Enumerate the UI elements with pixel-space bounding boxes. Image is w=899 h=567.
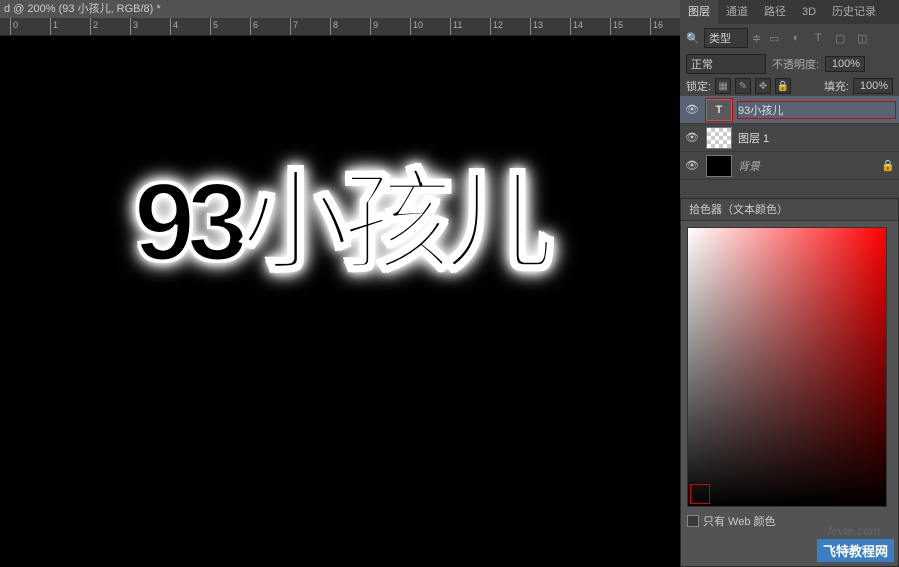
- color-selector-marker[interactable]: [690, 484, 710, 504]
- lock-move-icon[interactable]: ✥: [755, 78, 771, 94]
- layer-row-raster[interactable]: 👁 图层 1: [680, 124, 899, 152]
- watermark-sub: fevte.com: [828, 524, 880, 538]
- filter-smart-icon[interactable]: ◫: [853, 29, 871, 47]
- opacity-label: 不透明度:: [772, 56, 819, 72]
- filter-image-icon[interactable]: ▭: [765, 29, 783, 47]
- lock-label: 锁定:: [686, 78, 711, 94]
- layer-filter-row: 🔍 类型 ≑ ▭ ◐ T ▢ ◫: [680, 24, 899, 52]
- lock-icon: 🔒: [881, 159, 895, 172]
- tab-paths[interactable]: 路径: [756, 0, 794, 24]
- layer-name[interactable]: 93小孩儿: [738, 102, 895, 118]
- layer-name[interactable]: 图层 1: [738, 130, 895, 146]
- type-filter-select[interactable]: 类型: [704, 28, 748, 48]
- lock-all-icon[interactable]: 🔒: [775, 78, 791, 94]
- layer-thumb-text: T: [706, 99, 732, 121]
- tab-3d[interactable]: 3D: [794, 0, 824, 24]
- color-picker-title: 拾色器（文本颜色）: [681, 199, 898, 221]
- search-icon[interactable]: 🔍: [686, 31, 700, 45]
- tab-channels[interactable]: 通道: [718, 0, 756, 24]
- layer-row-text[interactable]: 👁 T 93小孩儿: [680, 96, 899, 124]
- filter-shape-icon[interactable]: ▢: [831, 29, 849, 47]
- lock-brush-icon[interactable]: ✎: [735, 78, 751, 94]
- canvas-text: 93小孩儿: [134, 132, 546, 292]
- color-gradient-field[interactable]: [687, 227, 887, 507]
- watermark-main: 飞特教程网: [817, 539, 894, 562]
- fill-value[interactable]: 100%: [853, 78, 893, 94]
- opacity-value[interactable]: 100%: [825, 56, 865, 72]
- visibility-icon[interactable]: 👁: [684, 159, 700, 172]
- layer-thumb-raster: [706, 127, 732, 149]
- web-colors-checkbox[interactable]: [687, 515, 699, 527]
- web-colors-label: 只有 Web 颜色: [703, 513, 776, 529]
- ruler-horizontal[interactable]: 0 1 2 3 4 5 6 7 8 9 10 11 12 13 14 15 16: [0, 18, 680, 36]
- fill-label: 填充:: [824, 78, 849, 94]
- visibility-icon[interactable]: 👁: [684, 131, 700, 144]
- blend-row: 正常 不透明度: 100%: [680, 52, 899, 76]
- canvas[interactable]: 93小孩儿: [0, 36, 680, 567]
- visibility-icon[interactable]: 👁: [684, 103, 700, 116]
- tab-layers[interactable]: 图层: [680, 0, 718, 24]
- lock-row: 锁定: ▦ ✎ ✥ 🔒 填充: 100%: [680, 76, 899, 96]
- tab-history[interactable]: 历史记录: [824, 0, 884, 24]
- lock-pixels-icon[interactable]: ▦: [715, 78, 731, 94]
- blend-mode-select[interactable]: 正常: [686, 54, 766, 74]
- layers-list: 👁 T 93小孩儿 👁 图层 1 👁 背景 🔒: [680, 96, 899, 180]
- layer-thumb-bg: [706, 155, 732, 177]
- filter-text-icon[interactable]: T: [809, 29, 827, 47]
- layer-name[interactable]: 背景: [738, 158, 875, 174]
- color-picker-dialog[interactable]: 拾色器（文本颜色） 只有 Web 颜色 fevte.com 飞特教程网: [680, 198, 899, 567]
- layer-row-bg[interactable]: 👁 背景 🔒: [680, 152, 899, 180]
- doc-title: d @ 200% (93 小孩儿, RGB/8) *: [4, 3, 161, 15]
- filter-adjust-icon[interactable]: ◐: [787, 29, 805, 47]
- panel-tabs: 图层 通道 路径 3D 历史记录: [680, 0, 899, 24]
